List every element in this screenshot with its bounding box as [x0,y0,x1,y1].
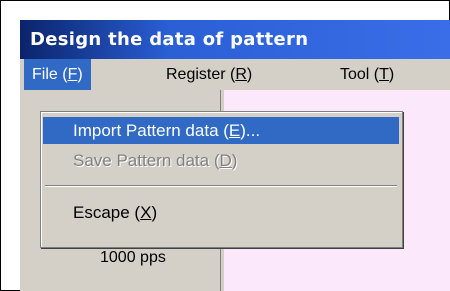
escape-key: X [140,203,152,222]
save-pattern-data-item[interactable]: Save Pattern data (D) [43,147,399,174]
escape-text: Escape ( [73,203,141,222]
file-dropdown-menu: Import Pattern data (E)... Save Pattern … [40,111,403,248]
import-key: E [228,121,241,140]
menu-bar: File (F) Register (R) Tool (T) [20,59,450,90]
import-tail: )... [240,121,261,140]
save-key: D [219,151,232,170]
import-pattern-data-item[interactable]: Import Pattern data (E)... [43,117,399,144]
window-title: Design the data of pattern [30,29,309,50]
menu-tool-key: T [379,66,389,83]
menu-separator [45,185,397,187]
menu-register[interactable]: Register (R) [158,59,260,90]
save-text: Save Pattern data ( [73,151,220,170]
title-bar[interactable]: Design the data of pattern [20,20,450,59]
speed-label: 1000 pps [100,249,166,266]
menu-file-text: File ( [32,66,68,83]
menu-tool-text: Tool ( [340,66,380,83]
menu-register-key: R [235,66,247,83]
menu-tool-tail: ) [388,66,395,83]
menu-register-text: Register ( [166,66,236,83]
menu-file-key: F [67,66,78,83]
menu-register-tail: ) [246,66,253,83]
escape-tail: ) [151,203,158,222]
menu-file[interactable]: File (F) [24,59,91,90]
save-tail: ) [231,151,238,170]
menu-tool[interactable]: Tool (T) [332,59,402,90]
escape-item[interactable]: Escape (X) [43,199,399,226]
import-text: Import Pattern data ( [73,121,229,140]
menu-file-tail: ) [77,66,83,83]
